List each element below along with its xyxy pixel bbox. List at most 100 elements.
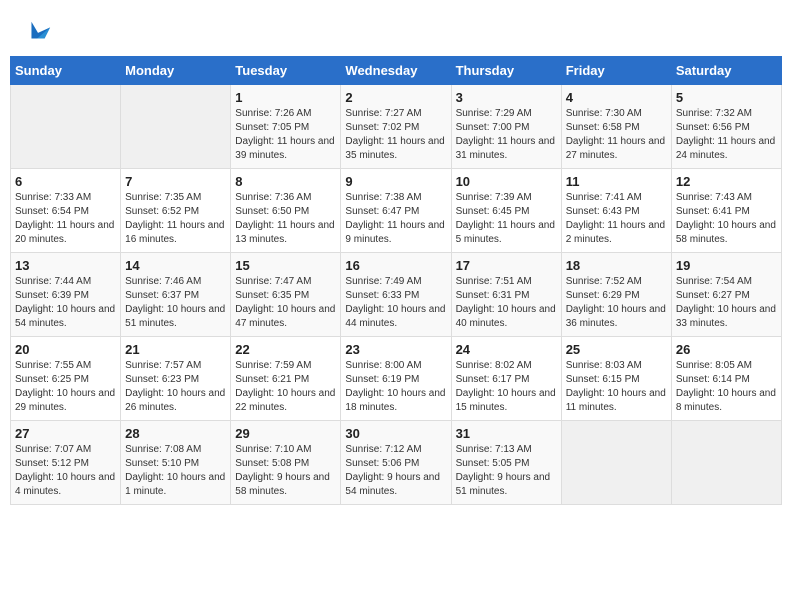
day-info: Sunrise: 7:46 AMSunset: 6:37 PMDaylight:… [125,275,226,331]
day-info: Sunrise: 7:57 AMSunset: 6:23 PMDaylight:… [125,359,226,415]
calendar-cell: 12 Sunrise: 7:43 AMSunset: 6:41 PMDayligh… [671,169,781,253]
calendar-cell: 20 Sunrise: 7:55 AMSunset: 6:25 PMDayligh… [11,337,121,421]
calendar-cell: 4 Sunrise: 7:30 AMSunset: 6:58 PMDaylight… [561,85,671,169]
day-number: 6 [15,174,116,189]
calendar-week-row: 6Sunrise: 7:33 AMSunset: 6:54 PMDaylight… [11,169,782,253]
day-number: 21 [125,342,226,357]
calendar-cell: 14Sunrise: 7:46 AMSunset: 6:37 PMDayligh… [121,253,231,337]
calendar-cell: 18 Sunrise: 7:52 AMSunset: 6:29 PMDayligh… [561,253,671,337]
day-number: 29 [235,426,336,441]
day-info: Sunrise: 7:10 AMSunset: 5:08 PMDaylight:… [235,443,336,499]
day-number: 30 [345,426,446,441]
calendar-cell: 7 Sunrise: 7:35 AMSunset: 6:52 PMDaylight… [121,169,231,253]
calendar-week-row: 20 Sunrise: 7:55 AMSunset: 6:25 PMDayligh… [11,337,782,421]
day-number: 18 [566,258,667,273]
day-number: 25 [566,342,667,357]
calendar-cell: 30 Sunrise: 7:12 AMSunset: 5:06 PMDayligh… [341,421,451,505]
calendar-cell: 27Sunrise: 7:07 AMSunset: 5:12 PMDayligh… [11,421,121,505]
calendar-cell: 29 Sunrise: 7:10 AMSunset: 5:08 PMDayligh… [231,421,341,505]
day-info: Sunrise: 8:02 AMSunset: 6:17 PMDaylight:… [456,359,557,415]
calendar-cell: 3 Sunrise: 7:29 AMSunset: 7:00 PMDaylight… [451,85,561,169]
day-info: Sunrise: 7:35 AMSunset: 6:52 PMDaylight:… [125,191,226,247]
day-number: 10 [456,174,557,189]
day-info: Sunrise: 7:52 AMSunset: 6:29 PMDaylight:… [566,275,667,331]
day-info: Sunrise: 7:51 AMSunset: 6:31 PMDaylight:… [456,275,557,331]
day-number: 28 [125,426,226,441]
calendar-cell: 24 Sunrise: 8:02 AMSunset: 6:17 PMDayligh… [451,337,561,421]
page-header [10,10,782,52]
day-info: Sunrise: 7:12 AMSunset: 5:06 PMDaylight:… [345,443,446,499]
day-info: Sunrise: 8:00 AMSunset: 6:19 PMDaylight:… [345,359,446,415]
day-info: Sunrise: 7:43 AMSunset: 6:41 PMDaylight:… [676,191,777,247]
day-number: 8 [235,174,336,189]
weekday-header: Monday [121,57,231,85]
calendar-cell: 13Sunrise: 7:44 AMSunset: 6:39 PMDayligh… [11,253,121,337]
weekday-header-row: SundayMondayTuesdayWednesdayThursdayFrid… [11,57,782,85]
day-info: Sunrise: 7:26 AMSunset: 7:05 PMDaylight:… [235,107,336,163]
day-number: 13 [15,258,116,273]
calendar-cell: 21 Sunrise: 7:57 AMSunset: 6:23 PMDayligh… [121,337,231,421]
calendar-cell: 17 Sunrise: 7:51 AMSunset: 6:31 PMDayligh… [451,253,561,337]
logo [20,18,52,46]
day-number: 26 [676,342,777,357]
calendar-week-row: 13Sunrise: 7:44 AMSunset: 6:39 PMDayligh… [11,253,782,337]
day-info: Sunrise: 8:05 AMSunset: 6:14 PMDaylight:… [676,359,777,415]
day-info: Sunrise: 7:39 AMSunset: 6:45 PMDaylight:… [456,191,557,247]
day-number: 9 [345,174,446,189]
weekday-header: Thursday [451,57,561,85]
calendar-cell: 2 Sunrise: 7:27 AMSunset: 7:02 PMDaylight… [341,85,451,169]
day-info: Sunrise: 7:08 AMSunset: 5:10 PMDaylight:… [125,443,226,499]
day-number: 3 [456,90,557,105]
calendar-cell: 10 Sunrise: 7:39 AMSunset: 6:45 PMDayligh… [451,169,561,253]
day-number: 27 [15,426,116,441]
day-info: Sunrise: 7:54 AMSunset: 6:27 PMDaylight:… [676,275,777,331]
day-number: 7 [125,174,226,189]
calendar-week-row: 27Sunrise: 7:07 AMSunset: 5:12 PMDayligh… [11,421,782,505]
day-number: 12 [676,174,777,189]
weekday-header: Saturday [671,57,781,85]
calendar-cell: 5Sunrise: 7:32 AMSunset: 6:56 PMDaylight… [671,85,781,169]
day-info: Sunrise: 7:55 AMSunset: 6:25 PMDaylight:… [15,359,116,415]
calendar-table: SundayMondayTuesdayWednesdayThursdayFrid… [10,56,782,505]
weekday-header: Wednesday [341,57,451,85]
day-number: 4 [566,90,667,105]
calendar-cell: 19Sunrise: 7:54 AMSunset: 6:27 PMDayligh… [671,253,781,337]
day-number: 2 [345,90,446,105]
calendar-cell: 1 Sunrise: 7:26 AMSunset: 7:05 PMDaylight… [231,85,341,169]
day-info: Sunrise: 7:47 AMSunset: 6:35 PMDaylight:… [235,275,336,331]
weekday-header: Friday [561,57,671,85]
day-number: 24 [456,342,557,357]
logo-icon [24,18,52,46]
day-number: 23 [345,342,446,357]
calendar-cell: 25 Sunrise: 8:03 AMSunset: 6:15 PMDayligh… [561,337,671,421]
calendar-cell [671,421,781,505]
calendar-cell [561,421,671,505]
calendar-cell: 8 Sunrise: 7:36 AMSunset: 6:50 PMDaylight… [231,169,341,253]
calendar-cell: 26 Sunrise: 8:05 AMSunset: 6:14 PMDayligh… [671,337,781,421]
day-info: Sunrise: 7:38 AMSunset: 6:47 PMDaylight:… [345,191,446,247]
weekday-header: Sunday [11,57,121,85]
calendar-cell: 31 Sunrise: 7:13 AMSunset: 5:05 PMDayligh… [451,421,561,505]
day-info: Sunrise: 7:13 AMSunset: 5:05 PMDaylight:… [456,443,557,499]
calendar-cell: 11 Sunrise: 7:41 AMSunset: 6:43 PMDayligh… [561,169,671,253]
day-number: 11 [566,174,667,189]
day-info: Sunrise: 7:36 AMSunset: 6:50 PMDaylight:… [235,191,336,247]
day-number: 31 [456,426,557,441]
weekday-header: Tuesday [231,57,341,85]
day-number: 22 [235,342,336,357]
day-info: Sunrise: 8:03 AMSunset: 6:15 PMDaylight:… [566,359,667,415]
day-number: 1 [235,90,336,105]
day-info: Sunrise: 7:27 AMSunset: 7:02 PMDaylight:… [345,107,446,163]
day-info: Sunrise: 7:41 AMSunset: 6:43 PMDaylight:… [566,191,667,247]
day-info: Sunrise: 7:30 AMSunset: 6:58 PMDaylight:… [566,107,667,163]
day-info: Sunrise: 7:49 AMSunset: 6:33 PMDaylight:… [345,275,446,331]
day-number: 20 [15,342,116,357]
calendar-cell: 28 Sunrise: 7:08 AMSunset: 5:10 PMDayligh… [121,421,231,505]
calendar-cell: 22Sunrise: 7:59 AMSunset: 6:21 PMDayligh… [231,337,341,421]
calendar-cell: 6Sunrise: 7:33 AMSunset: 6:54 PMDaylight… [11,169,121,253]
day-number: 15 [235,258,336,273]
day-info: Sunrise: 7:29 AMSunset: 7:00 PMDaylight:… [456,107,557,163]
day-number: 16 [345,258,446,273]
calendar-cell: 23 Sunrise: 8:00 AMSunset: 6:19 PMDayligh… [341,337,451,421]
day-number: 17 [456,258,557,273]
